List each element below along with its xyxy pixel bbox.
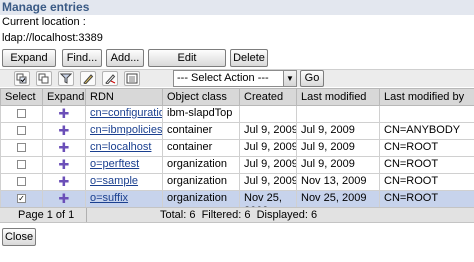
column-header-last-modified[interactable]: Last modified xyxy=(296,88,380,106)
delete-button[interactable]: Delete xyxy=(230,49,268,67)
column-header-created[interactable]: Created xyxy=(239,88,297,106)
last-modified-by-cell: CN=ROOT xyxy=(379,173,474,191)
page-indicator: Page 1 of 1 xyxy=(18,209,75,221)
select-all-icon[interactable] xyxy=(14,71,30,86)
last-modified-by-cell xyxy=(379,105,474,123)
entries-table: Select Expand RDN Object class Created L… xyxy=(0,88,474,220)
rdn-link[interactable]: cn=configuration xyxy=(90,107,162,119)
object-class-cell: organization xyxy=(162,173,240,191)
current-location-label: Current location : xyxy=(2,16,86,28)
created-cell: Jul 9, 2009 xyxy=(239,139,297,157)
column-header-expand: Expand xyxy=(42,88,86,106)
last-modified-cell xyxy=(296,105,380,123)
show-filter-icon[interactable] xyxy=(58,71,74,86)
select-action-dropdown[interactable]: --- Select Action --- ▼ xyxy=(173,70,297,87)
select-action-value: --- Select Action --- xyxy=(177,72,269,84)
column-header-rdn[interactable]: RDN xyxy=(85,88,163,106)
collapse-table-icon[interactable] xyxy=(124,71,140,86)
table-footer: Page 1 of 1 Total: 6 Filtered: 6 Display… xyxy=(0,207,474,223)
column-header-object-class[interactable]: Object class xyxy=(162,88,240,106)
table-row: ✚ cn=localhost container Jul 9, 2009 Jul… xyxy=(0,139,474,157)
row-select-checkbox[interactable] xyxy=(17,126,26,135)
table-row: ✚ cn=configuration ibm-slapdTop xyxy=(0,105,474,123)
table-row: ✚ cn=ibmpolicies container Jul 9, 2009 J… xyxy=(0,122,474,140)
object-class-cell: ibm-slapdTop xyxy=(162,105,240,123)
row-select-checkbox[interactable] xyxy=(17,109,26,118)
row-select-checkbox[interactable] xyxy=(17,143,26,152)
expand-icon[interactable]: ✚ xyxy=(59,124,70,139)
table-toolbar: --- Select Action --- ▼ Go xyxy=(0,69,474,87)
table-row: ✚ o=sample organization Jul 9, 2009 Nov … xyxy=(0,173,474,191)
last-modified-cell: Jul 9, 2009 xyxy=(296,139,380,157)
expand-icon[interactable]: ✚ xyxy=(59,107,70,122)
edit-attributes-button[interactable]: Edit attributes... xyxy=(148,49,226,80)
created-cell: Jul 9, 2009 xyxy=(239,156,297,174)
clear-sort-icon[interactable] xyxy=(102,71,118,86)
created-cell xyxy=(239,105,297,123)
last-modified-by-cell: CN=ROOT xyxy=(379,139,474,157)
last-modified-by-cell: CN=ANYBODY xyxy=(379,122,474,140)
column-header-last-modified-by[interactable]: Last modified by xyxy=(379,88,474,106)
expand-icon[interactable]: ✚ xyxy=(59,158,70,173)
rdn-link[interactable]: o=sample xyxy=(90,175,138,187)
current-location-value: ldap://localhost:3389 xyxy=(2,32,103,44)
rdn-link[interactable]: cn=ibmpolicies xyxy=(90,124,162,136)
created-cell: Jul 9, 2009 xyxy=(239,173,297,191)
row-select-checkbox[interactable] xyxy=(17,160,26,169)
object-class-cell: container xyxy=(162,139,240,157)
entry-counts: Total: 6 Filtered: 6 Displayed: 6 xyxy=(160,209,318,221)
chevron-down-icon: ▼ xyxy=(283,71,296,86)
edit-sort-icon[interactable] xyxy=(80,71,96,86)
expand-icon[interactable]: ✚ xyxy=(59,175,70,190)
table-row: ✚ o=perftest organization Jul 9, 2009 Ju… xyxy=(0,156,474,174)
object-class-cell: container xyxy=(162,122,240,140)
last-modified-cell: Nov 13, 2009 xyxy=(296,173,380,191)
column-header-select: Select xyxy=(0,88,43,106)
last-modified-cell: Jul 9, 2009 xyxy=(296,122,380,140)
add-button[interactable]: Add... xyxy=(106,49,144,67)
expand-button[interactable]: Expand xyxy=(2,49,56,67)
close-button[interactable]: Close xyxy=(2,228,36,246)
footer-divider xyxy=(86,208,87,222)
expand-icon[interactable]: ✚ xyxy=(59,192,70,207)
deselect-all-icon[interactable] xyxy=(36,71,52,86)
expand-icon[interactable]: ✚ xyxy=(59,141,70,156)
row-select-checkbox[interactable] xyxy=(17,177,26,186)
rdn-link[interactable]: o=perftest xyxy=(90,158,139,170)
created-cell: Jul 9, 2009 xyxy=(239,122,297,140)
rdn-link[interactable]: o=suffix xyxy=(90,192,128,204)
last-modified-cell: Jul 9, 2009 xyxy=(296,156,380,174)
object-class-cell: organization xyxy=(162,156,240,174)
go-button[interactable]: Go xyxy=(300,70,324,87)
last-modified-by-cell: CN=ROOT xyxy=(379,156,474,174)
page-title: Manage entries xyxy=(0,0,474,15)
row-select-checkbox-checked[interactable]: ✓ xyxy=(17,194,26,203)
find-button[interactable]: Find... xyxy=(62,49,102,67)
rdn-link[interactable]: cn=localhost xyxy=(90,141,151,153)
